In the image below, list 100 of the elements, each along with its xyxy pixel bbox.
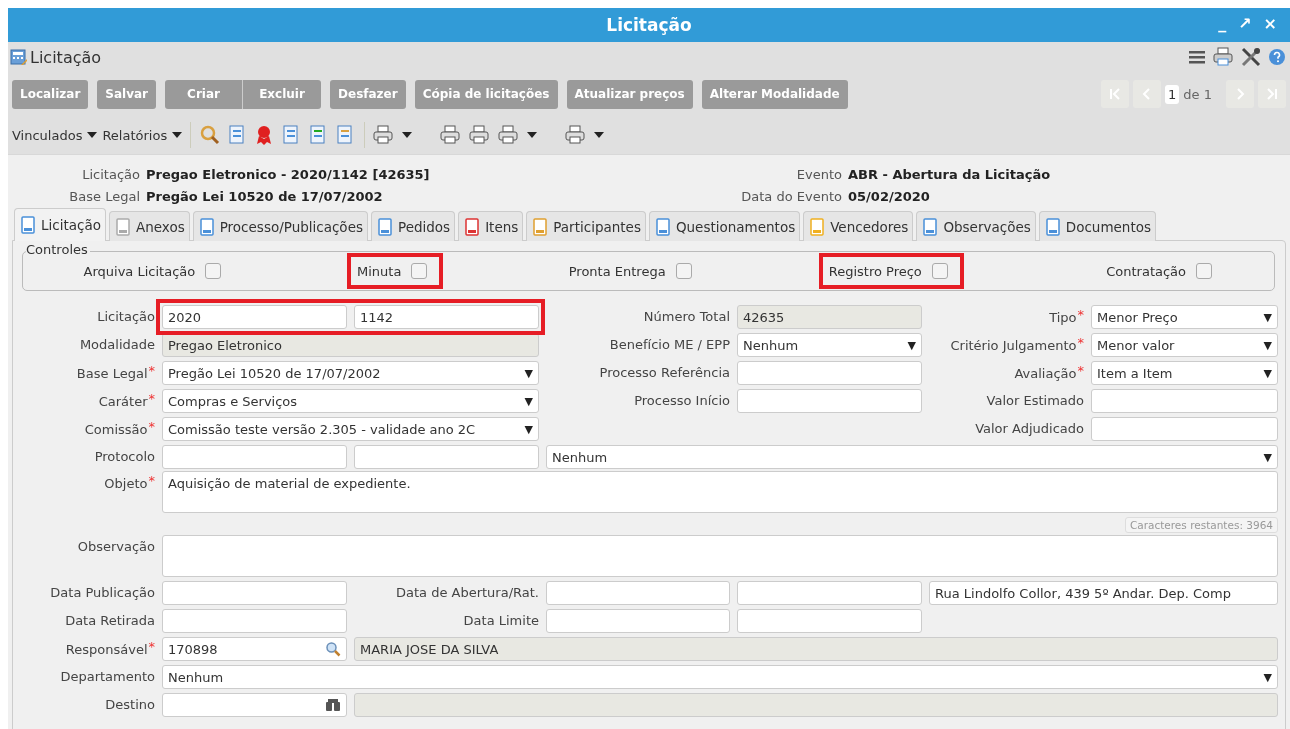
input-field[interactable] bbox=[354, 445, 539, 469]
group-legend: Controles bbox=[26, 242, 90, 257]
field-label: Processo Referência bbox=[598, 364, 730, 382]
dropdown[interactable]: Comissão teste versão 2.305 - validade ano 2C ▼ bbox=[162, 417, 539, 441]
input-field[interactable] bbox=[546, 581, 730, 605]
summary-label: Data do Evento bbox=[740, 188, 842, 204]
help-icon[interactable] bbox=[1268, 48, 1286, 66]
printer-icon[interactable] bbox=[1212, 47, 1234, 67]
checkbox[interactable] bbox=[675, 263, 692, 279]
input-field[interactable]: 2020 bbox=[162, 305, 347, 329]
input-field[interactable] bbox=[737, 389, 922, 413]
tab[interactable]: Observações bbox=[916, 211, 1036, 241]
field-label: Data Publicação bbox=[49, 584, 155, 602]
tab[interactable]: Processo/Publicações bbox=[192, 211, 368, 241]
input-field[interactable] bbox=[1091, 389, 1278, 413]
tab[interactable]: Pedidos bbox=[371, 211, 456, 241]
calculator-icon bbox=[10, 48, 28, 66]
field-label: Data Limite bbox=[462, 612, 539, 630]
caret-icon[interactable] bbox=[402, 131, 413, 139]
field-label: Data de Abertura/Rat. bbox=[395, 584, 539, 602]
input-field[interactable] bbox=[1091, 417, 1278, 441]
field-label: Departamento bbox=[59, 668, 155, 686]
input-field[interactable] bbox=[162, 693, 347, 717]
summary-value: Pregão Lei 10520 de 17/07/2002 bbox=[146, 188, 383, 204]
field-label: Processo Início bbox=[633, 392, 730, 410]
tab[interactable]: Participantes bbox=[526, 211, 646, 241]
dropdown[interactable]: Nenhum ▼ bbox=[546, 445, 1278, 469]
input-field[interactable] bbox=[162, 581, 347, 605]
search-icon[interactable] bbox=[325, 641, 341, 657]
tab[interactable]: Vencedores bbox=[803, 211, 914, 241]
checkbox-label: Minuta bbox=[357, 263, 402, 279]
readonly-field: MARIA JOSE DA SILVA bbox=[354, 637, 1278, 661]
text-area[interactable]: Aquisição de material de expediente. bbox=[162, 471, 1278, 513]
summary-value: ABR - Abertura da Licitação bbox=[848, 166, 1051, 182]
binoculars-icon[interactable] bbox=[325, 698, 341, 712]
dropdown[interactable]: Nenhum ▼ bbox=[737, 333, 922, 357]
checkbox[interactable] bbox=[1196, 263, 1212, 279]
checkbox[interactable] bbox=[205, 263, 222, 279]
input-field[interactable]: 1142 bbox=[354, 305, 539, 329]
document-icon bbox=[19, 216, 37, 234]
checkbox[interactable] bbox=[411, 263, 428, 279]
input-field[interactable] bbox=[737, 581, 922, 605]
toolbar-menu[interactable]: Relatórios bbox=[102, 127, 183, 143]
field-label: Destino bbox=[104, 696, 155, 714]
field-label: Protocolo bbox=[93, 448, 155, 466]
field-label: Licitação bbox=[96, 308, 155, 326]
tab[interactable]: Questionamentos bbox=[648, 211, 801, 241]
toolbar-menu[interactable]: Vinculados bbox=[12, 127, 98, 143]
last-page-button[interactable] bbox=[1258, 80, 1286, 108]
input-field[interactable] bbox=[737, 609, 922, 633]
field-label: Valor Adjudicado bbox=[974, 420, 1084, 438]
previous-page-button[interactable] bbox=[1133, 80, 1162, 108]
dropdown[interactable]: Compras e Serviços ▼ bbox=[162, 389, 539, 413]
readonly-field: 42635 bbox=[737, 305, 922, 329]
dropdown[interactable]: Menor Preço ▼ bbox=[1091, 305, 1278, 329]
caret-icon[interactable] bbox=[594, 131, 605, 139]
input-field[interactable] bbox=[162, 445, 347, 469]
checkbox-label: Registro Preço bbox=[828, 263, 922, 279]
caret-icon bbox=[87, 131, 98, 139]
summary-label: Base Legal bbox=[68, 188, 140, 204]
first-page-button[interactable] bbox=[1101, 80, 1130, 108]
checkbox-label: Pronta Entrega bbox=[568, 263, 666, 279]
tab[interactable]: Documentos bbox=[1038, 211, 1156, 241]
field-label: Valor Estimado bbox=[985, 392, 1084, 410]
last-page-icon bbox=[1266, 88, 1278, 100]
search-icon[interactable] bbox=[199, 124, 222, 146]
tools-icon[interactable] bbox=[1240, 46, 1262, 68]
caret-icon bbox=[172, 131, 183, 139]
page-count: de 1 bbox=[1183, 86, 1212, 102]
input-field[interactable] bbox=[737, 361, 922, 385]
dropdown[interactable]: Menor valor ▼ bbox=[1091, 333, 1278, 357]
checkbox-label: Arquiva Licitação bbox=[83, 263, 196, 279]
field-label: Modalidade bbox=[78, 336, 155, 354]
next-page-button[interactable] bbox=[1226, 80, 1254, 108]
document-icon bbox=[1043, 217, 1062, 236]
checkbox-label: Contratação bbox=[1106, 263, 1186, 279]
chevron-right-icon bbox=[1234, 88, 1246, 100]
summary-label: Licitação bbox=[81, 166, 140, 182]
tab[interactable]: Licitação bbox=[14, 208, 106, 241]
first-page-icon bbox=[1109, 88, 1122, 100]
tab[interactable]: Anexos bbox=[108, 211, 190, 241]
dropdown[interactable]: Item a Item ▼ bbox=[1091, 361, 1278, 385]
summary-label: Evento bbox=[795, 166, 842, 182]
field-label: Observação bbox=[76, 538, 155, 556]
window-title: Licitação bbox=[606, 15, 692, 35]
page-number-field[interactable]: 1 bbox=[1165, 84, 1180, 104]
tab[interactable]: Itens bbox=[458, 211, 524, 241]
menu-icon[interactable] bbox=[1188, 49, 1206, 65]
readonly-field: Pregao Eletronico bbox=[162, 333, 539, 357]
input-field[interactable] bbox=[546, 609, 730, 633]
input-field[interactable] bbox=[162, 609, 347, 633]
character-counter: Caracteres restantes: 3964 bbox=[1124, 517, 1278, 533]
input-field[interactable]: 170898 bbox=[162, 637, 347, 661]
field-label: Benefício ME / EPP bbox=[608, 336, 730, 354]
input-field[interactable]: Rua Lindolfo Collor, 439 5º Andar. Dep. Comp bbox=[929, 581, 1278, 605]
dropdown[interactable]: Pregão Lei 10520 de 17/07/2002 ▼ bbox=[162, 361, 539, 385]
dropdown[interactable]: Nenhum ▼ bbox=[162, 665, 1278, 689]
checkbox[interactable] bbox=[931, 263, 948, 279]
text-area[interactable] bbox=[162, 535, 1278, 577]
caret-icon[interactable] bbox=[527, 131, 538, 139]
